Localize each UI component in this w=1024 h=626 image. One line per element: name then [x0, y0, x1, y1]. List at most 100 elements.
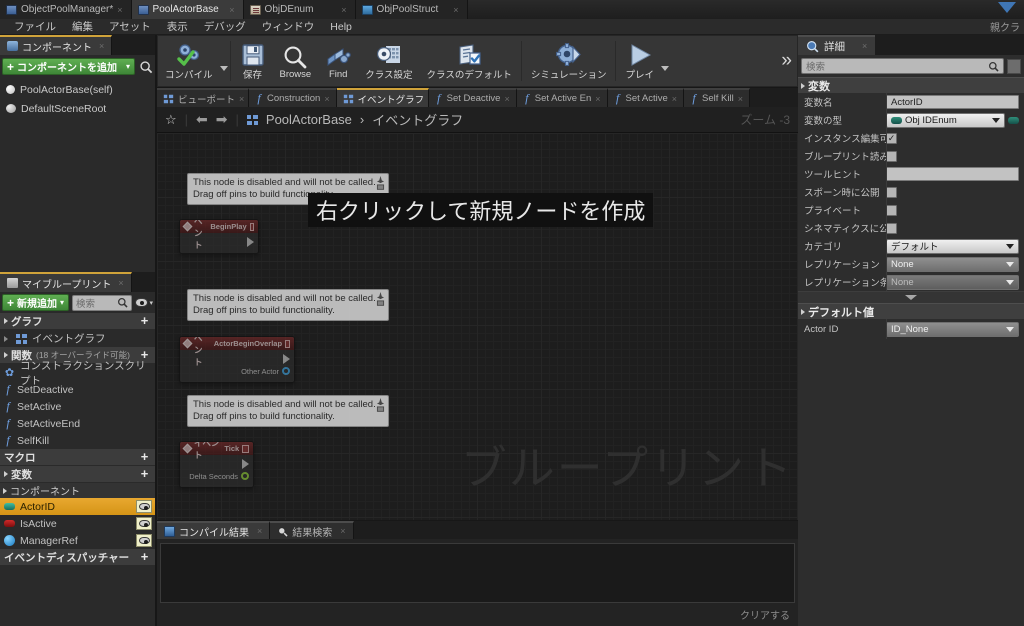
exec-pin-icon[interactable]: [283, 354, 290, 364]
close-icon[interactable]: ×: [595, 94, 600, 104]
close-icon[interactable]: ×: [453, 5, 458, 15]
bookmark-star-icon[interactable]: ☆: [165, 112, 177, 128]
tab-set-active-end[interactable]: f Set Active En ×: [516, 88, 608, 107]
graph-node-beginplay[interactable]: イベント BeginPlay: [179, 219, 259, 254]
menu-debug[interactable]: デバッグ: [196, 19, 254, 35]
tab-event-graph[interactable]: イベントグラフ ×: [336, 88, 429, 107]
section-header-graphs[interactable]: グラフ +: [0, 313, 155, 330]
visibility-toggle[interactable]: [136, 517, 152, 530]
float-pin-icon[interactable]: [241, 472, 249, 480]
list-item-setactiveend[interactable]: f SetActiveEnd: [0, 415, 155, 432]
instance-editable-checkbox[interactable]: ✓: [886, 132, 897, 144]
delta-icon[interactable]: [249, 222, 254, 231]
find-button[interactable]: Find: [318, 36, 358, 86]
section-header-variables[interactable]: 変数 +: [0, 466, 155, 483]
window-tab-objectpoolmanager[interactable]: ObjectPoolManager* ×: [0, 0, 132, 19]
private-checkbox[interactable]: [886, 204, 897, 216]
compile-options-chevron-icon[interactable]: [219, 65, 228, 71]
blueprint-readonly-checkbox[interactable]: [886, 150, 897, 162]
forward-arrow-icon[interactable]: ➡: [216, 111, 228, 128]
chevron-down-icon[interactable]: [998, 2, 1016, 13]
breadcrumb-root[interactable]: PoolActorBase: [266, 112, 352, 127]
list-item-variable-isactive[interactable]: IsActive: [0, 515, 155, 532]
search-input[interactable]: 検索: [801, 58, 1004, 74]
details-section-default-value[interactable]: デフォルト値: [798, 303, 1024, 319]
close-icon[interactable]: ×: [257, 526, 262, 536]
tab-construction[interactable]: f Construction ×: [249, 88, 337, 107]
menu-asset[interactable]: アセット: [101, 19, 159, 35]
menu-help[interactable]: Help: [322, 19, 360, 35]
tab-set-deactive[interactable]: f Set Deactive ×: [428, 88, 517, 107]
section-header-event-dispatchers[interactable]: イベントディスパッチャー +: [0, 549, 155, 566]
expose-to-cinematics-checkbox[interactable]: [886, 222, 897, 234]
tab-viewport[interactable]: ビューポート ×: [157, 88, 249, 107]
add-dispatcher-button[interactable]: +: [138, 550, 151, 564]
component-row-self[interactable]: PoolActorBase(self): [0, 80, 155, 99]
window-tab-poolactorbase[interactable]: PoolActorBase ×: [131, 0, 244, 19]
object-pin-icon[interactable]: [282, 367, 290, 375]
section-header-macros[interactable]: マクロ +: [0, 449, 155, 466]
exec-pin-icon[interactable]: [247, 237, 254, 247]
window-tab-objpoolstruct[interactable]: ObjPoolStruct ×: [355, 0, 468, 19]
visibility-toggle[interactable]: [136, 534, 152, 547]
compile-button[interactable]: コンパイル: [158, 36, 220, 86]
close-icon[interactable]: ×: [862, 41, 867, 51]
category-dropdown[interactable]: デフォルト: [886, 238, 1019, 254]
clear-button[interactable]: クリアする: [740, 607, 790, 622]
visibility-toggle[interactable]: ▾: [135, 298, 153, 307]
close-icon[interactable]: ×: [324, 94, 329, 104]
play-options-chevron-icon[interactable]: [660, 65, 669, 71]
pin-row-delta-seconds[interactable]: Delta Seconds: [184, 470, 249, 482]
class-defaults-button[interactable]: クラスのデフォルト: [420, 36, 519, 86]
add-new-button[interactable]: + 新規追加 ▾: [2, 294, 70, 311]
browse-button[interactable]: Browse: [273, 36, 319, 86]
list-item-selfkill[interactable]: f SelfKill: [0, 432, 155, 449]
toolbar-overflow-button[interactable]: »: [781, 50, 797, 72]
graph-canvas[interactable]: ブループリント This node is disabled and will n…: [157, 133, 798, 520]
pin-icon[interactable]: [376, 176, 385, 192]
close-icon[interactable]: ×: [672, 94, 677, 104]
class-settings-button[interactable]: クラス設定: [358, 36, 419, 86]
close-icon[interactable]: ×: [341, 5, 346, 15]
save-button[interactable]: 保存: [233, 36, 273, 86]
compiler-results-output[interactable]: [160, 543, 795, 603]
add-component-button[interactable]: + コンポーネントを追加 ▾: [2, 58, 135, 75]
simulate-button[interactable]: シミュレーション: [524, 36, 614, 86]
expose-on-spawn-checkbox[interactable]: [886, 186, 897, 198]
replication-dropdown[interactable]: None: [886, 256, 1019, 272]
filter-list-button[interactable]: [1007, 58, 1021, 74]
list-item-variable-actorid[interactable]: ActorID: [0, 498, 155, 515]
close-icon[interactable]: ×: [504, 94, 509, 104]
tab-my-blueprint[interactable]: マイブループリント ×: [0, 272, 132, 292]
add-variable-button[interactable]: +: [138, 467, 151, 481]
list-item-construction-script[interactable]: ✿ コンストラクションスクリプト: [0, 360, 155, 387]
tab-details[interactable]: 詳細 ×: [798, 35, 876, 55]
show-advanced-button[interactable]: [798, 291, 1024, 303]
variable-subgroup-components[interactable]: コンポーネント: [0, 483, 155, 498]
delta-icon[interactable]: [285, 339, 290, 348]
menu-view[interactable]: 表示: [159, 19, 196, 35]
search-icon[interactable]: [139, 60, 153, 74]
close-icon[interactable]: ×: [340, 526, 345, 536]
menu-file[interactable]: ファイル: [6, 19, 64, 35]
add-macro-button[interactable]: +: [138, 450, 151, 464]
list-item-setactive[interactable]: f SetActive: [0, 398, 155, 415]
close-icon[interactable]: ×: [117, 5, 122, 15]
tab-components[interactable]: コンポーネント ×: [0, 35, 113, 55]
play-button[interactable]: プレイ: [618, 36, 661, 86]
visibility-toggle[interactable]: [136, 500, 152, 513]
list-item-event-graph[interactable]: イベントグラフ: [0, 330, 155, 347]
add-graph-button[interactable]: +: [138, 314, 151, 328]
component-row-defaultsceneroot[interactable]: DefaultSceneRoot: [0, 99, 155, 118]
tab-find-results[interactable]: 結果検索 ×: [270, 521, 354, 539]
close-icon[interactable]: ×: [229, 5, 234, 15]
exec-pin-icon[interactable]: [242, 459, 249, 469]
menu-edit[interactable]: 編集: [64, 19, 101, 35]
window-tab-objidenum[interactable]: ObjDEnum ×: [243, 0, 356, 19]
graph-node-actorbeginoverlap[interactable]: イベント ActorBeginOverlap Other Actor: [179, 336, 295, 383]
list-item-variable-managerref[interactable]: ManagerRef: [0, 532, 155, 549]
variable-name-input[interactable]: ActorID: [886, 95, 1019, 109]
menu-window[interactable]: ウィンドウ: [254, 19, 323, 35]
pin-icon[interactable]: [376, 398, 385, 414]
graph-node-tick[interactable]: イベント Tick Delta Seconds: [179, 441, 254, 488]
